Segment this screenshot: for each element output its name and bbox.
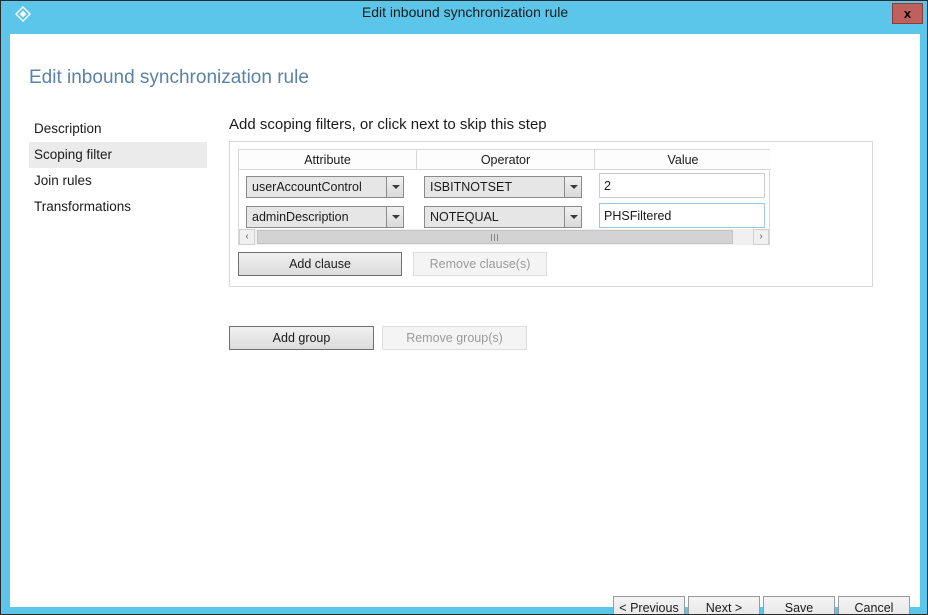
column-header-value: Value bbox=[595, 150, 771, 170]
chevron-down-icon[interactable] bbox=[386, 177, 403, 197]
scrollbar-grip-icon bbox=[491, 234, 499, 241]
add-group-button[interactable]: Add group bbox=[229, 326, 374, 350]
previous-button[interactable]: < Previous bbox=[613, 596, 685, 614]
remove-clause-button[interactable]: Remove clause(s) bbox=[413, 252, 547, 276]
sidebar-item-scoping-filter[interactable]: Scoping filter bbox=[29, 142, 207, 168]
horizontal-scrollbar[interactable]: ‹ › bbox=[239, 229, 769, 245]
sidebar-item-transformations[interactable]: Transformations bbox=[29, 194, 207, 220]
title-bar: Edit inbound synchronization rule x bbox=[1, 1, 927, 26]
scrollbar-thumb[interactable] bbox=[257, 230, 733, 244]
add-clause-button[interactable]: Add clause bbox=[238, 252, 402, 276]
sidebar-item-description[interactable]: Description bbox=[29, 116, 207, 142]
column-header-operator: Operator bbox=[417, 150, 595, 170]
cancel-button[interactable]: Cancel bbox=[838, 596, 910, 614]
chevron-down-icon[interactable] bbox=[564, 177, 581, 197]
scroll-left-arrow-icon[interactable]: ‹ bbox=[239, 229, 255, 245]
operator-dropdown-row-2[interactable]: NOTEQUAL bbox=[424, 206, 582, 228]
dialog-client-area: Edit inbound synchronization rule Descri… bbox=[10, 34, 920, 614]
page-title: Edit inbound synchronization rule bbox=[29, 67, 309, 88]
remove-group-button[interactable]: Remove group(s) bbox=[382, 326, 527, 350]
value-input-row-1[interactable] bbox=[599, 173, 765, 198]
dialog-window: Edit inbound synchronization rule x Edit… bbox=[0, 0, 928, 615]
attribute-dropdown-row-1-text: userAccountControl bbox=[252, 180, 362, 194]
clause-grid: Attribute Operator Value userAccountCont… bbox=[238, 149, 771, 245]
column-header-attribute: Attribute bbox=[239, 150, 417, 170]
close-button[interactable]: x bbox=[892, 3, 923, 24]
operator-dropdown-row-2-text: NOTEQUAL bbox=[430, 210, 499, 224]
sidebar-item-join-rules[interactable]: Join rules bbox=[29, 168, 207, 194]
content-heading: Add scoping filters, or click next to sk… bbox=[229, 116, 547, 133]
operator-dropdown-row-1[interactable]: ISBITNOTSET bbox=[424, 176, 582, 198]
attribute-dropdown-row-2[interactable]: adminDescription bbox=[246, 206, 404, 228]
next-button[interactable]: Next > bbox=[688, 596, 760, 614]
attribute-dropdown-row-2-text: adminDescription bbox=[252, 210, 349, 224]
window-title: Edit inbound synchronization rule bbox=[361, 4, 569, 20]
save-button[interactable]: Save bbox=[763, 596, 835, 614]
attribute-dropdown-row-1[interactable]: userAccountControl bbox=[246, 176, 404, 198]
chevron-down-icon[interactable] bbox=[564, 207, 581, 227]
operator-dropdown-row-1-text: ISBITNOTSET bbox=[430, 180, 512, 194]
sidebar-nav: Description Scoping filter Join rules Tr… bbox=[29, 116, 207, 220]
scoping-group-panel: Attribute Operator Value userAccountCont… bbox=[229, 141, 873, 287]
value-input-row-2[interactable] bbox=[599, 203, 765, 228]
scroll-right-arrow-icon[interactable]: › bbox=[753, 229, 769, 245]
chevron-down-icon[interactable] bbox=[386, 207, 403, 227]
